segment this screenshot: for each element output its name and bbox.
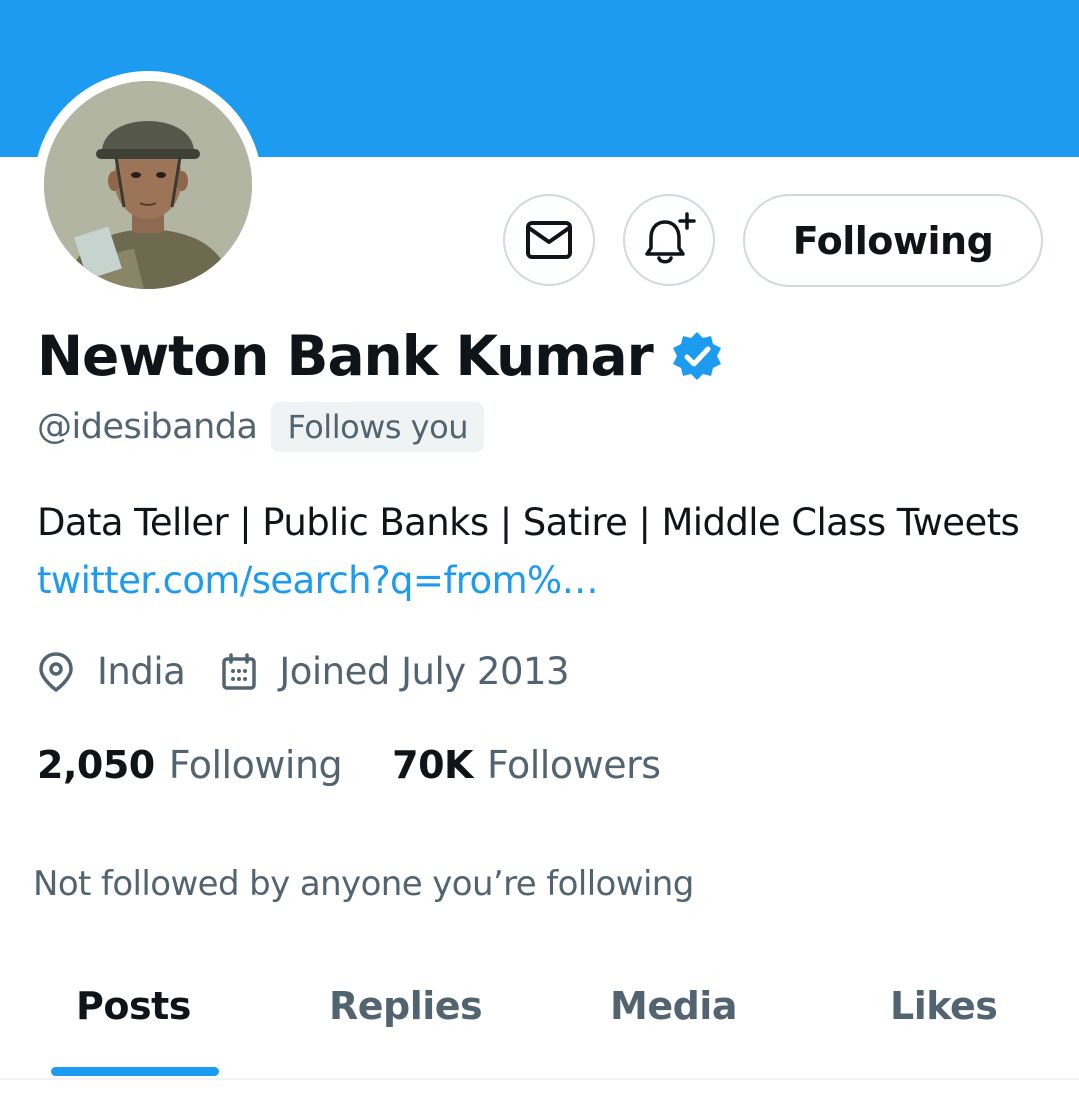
profile-meta: India Joined July 2013	[37, 650, 570, 693]
join-date: Joined July 2013	[221, 650, 570, 693]
tab-media[interactable]: Media	[610, 984, 737, 1044]
bio-text: Data Teller | Public Banks | Satire | Mi…	[37, 501, 1020, 544]
handle-row: @idesibanda Follows you	[37, 402, 484, 452]
followers-count: 70K	[392, 743, 473, 787]
followers-stat[interactable]: 70K Followers	[392, 743, 661, 787]
active-tab-indicator	[51, 1067, 219, 1076]
handle: @idesibanda	[37, 407, 258, 447]
tab-replies[interactable]: Replies	[329, 984, 483, 1044]
avatar-image	[44, 81, 252, 289]
following-button[interactable]: Following	[743, 194, 1043, 287]
join-date-text: Joined July 2013	[279, 650, 570, 693]
bio-link[interactable]: twitter.com/search?q=from%…	[37, 559, 599, 602]
calendar-icon	[222, 652, 257, 690]
bell-plus-icon	[645, 212, 696, 264]
tabs-divider	[0, 1078, 1079, 1080]
envelope-icon	[526, 221, 572, 259]
mutual-followers-text: Not followed by anyone you’re following	[33, 864, 694, 904]
verified-badge-icon[interactable]	[671, 330, 723, 382]
following-stat-label: Following	[168, 743, 343, 787]
location-pin-icon	[39, 651, 73, 692]
notifications-button[interactable]	[623, 194, 715, 286]
follow-stats: 2,050 Following 70K Followers	[37, 743, 661, 787]
following-stat[interactable]: 2,050 Following	[37, 743, 343, 787]
avatar[interactable]	[44, 81, 252, 289]
tab-likes[interactable]: Likes	[890, 984, 998, 1044]
follows-you-badge: Follows you	[271, 402, 484, 452]
location-text: India	[97, 650, 186, 693]
bio: Data Teller | Public Banks | Satire | Mi…	[37, 494, 1037, 610]
message-button[interactable]	[503, 194, 595, 286]
tab-posts[interactable]: Posts	[76, 984, 191, 1044]
location: India	[37, 650, 186, 693]
followers-stat-label: Followers	[487, 743, 661, 787]
following-count: 2,050	[37, 743, 155, 787]
name-row: Newton Bank Kumar	[37, 318, 723, 393]
display-name: Newton Bank Kumar	[37, 323, 654, 388]
